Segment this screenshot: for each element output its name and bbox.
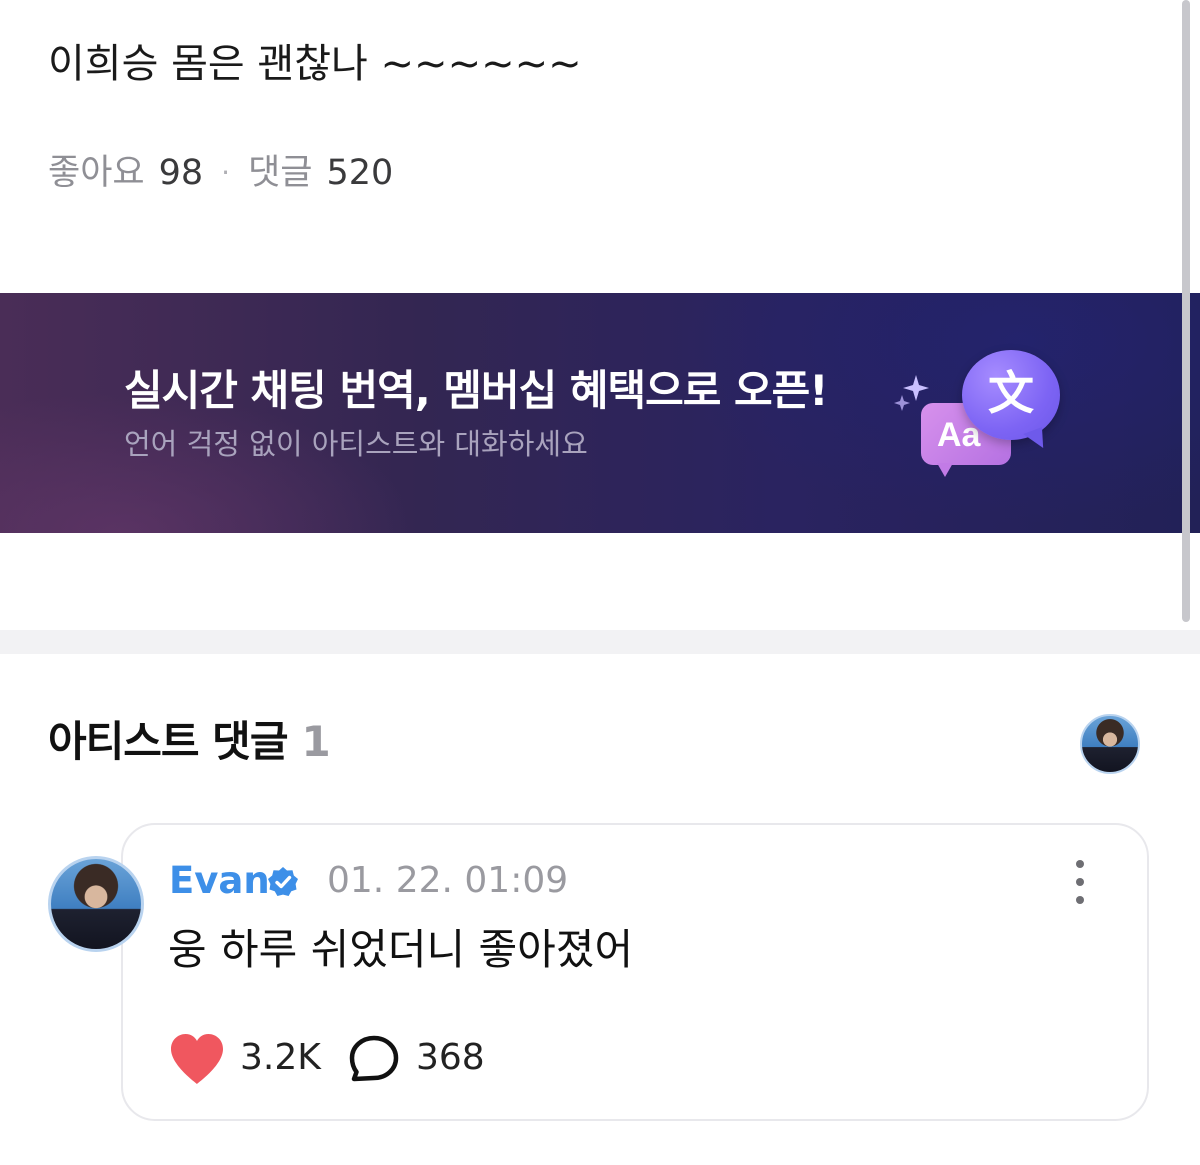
comment-reply-count: 368 <box>416 1037 485 1078</box>
stats-separator: · <box>221 156 231 189</box>
comments-count[interactable]: 520 <box>326 150 393 196</box>
comment-like-count: 3.2K <box>240 1037 321 1078</box>
artist-comments-title: 아티스트 댓글 <box>48 717 288 766</box>
membership-promo-banner[interactable]: 실시간 채팅 번역, 멤버십 혜택으로 오픈! 언어 걱정 없이 아티스트와 대… <box>0 293 1200 533</box>
translate-icon: 文 <box>962 350 1060 453</box>
section-divider <box>0 630 1200 654</box>
comment-author-name[interactable]: Evan <box>169 858 270 904</box>
comment-author-avatar[interactable] <box>48 856 144 952</box>
post-text: 이희승 몸은 괜찮나 ~~~~~~ <box>48 41 582 87</box>
likes-label: 좋아요 <box>48 153 145 193</box>
likes-count[interactable]: 98 <box>159 150 204 196</box>
scrollbar[interactable] <box>1182 0 1190 622</box>
artist-avatar-small[interactable] <box>1080 714 1140 774</box>
artist-comments-heading: 아티스트 댓글 1 <box>48 714 331 770</box>
banner-subtitle: 언어 걱정 없이 아티스트와 대화하세요 <box>124 427 588 461</box>
banner-title: 실시간 채팅 번역, 멤버십 혜택으로 오픈! <box>124 366 828 415</box>
comment-timestamp: 01. 22. 01:09 <box>327 860 569 901</box>
post-stats: 좋아요 98 · 댓글 520 <box>48 150 393 196</box>
artist-comments-count: 1 <box>301 717 330 766</box>
heart-icon[interactable] <box>168 1032 226 1086</box>
speech-bubble-icon[interactable] <box>348 1034 400 1084</box>
translate-glyph: 文 <box>988 366 1034 420</box>
verified-badge-icon <box>268 867 298 896</box>
more-vertical-icon[interactable] <box>1066 860 1094 904</box>
comment-text: 웅 하루 쉬었더니 좋아졌어 <box>168 925 634 974</box>
comments-label: 댓글 <box>248 153 313 193</box>
